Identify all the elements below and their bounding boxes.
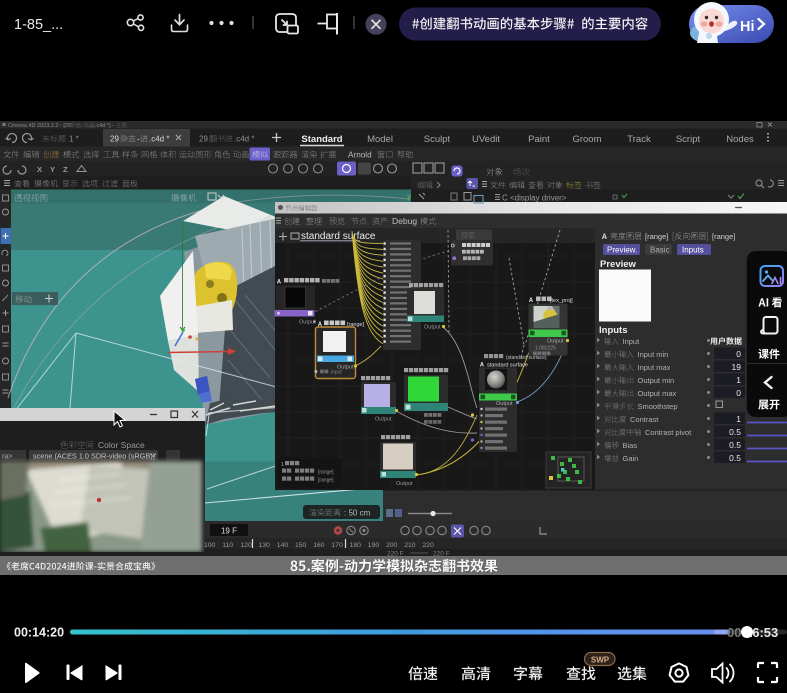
svg-text:scene (ACES 1.0 SDR-video (sRG: scene (ACES 1.0 SDR-video (sRGB))	[33, 452, 155, 461]
svg-text:1-85_...: 1-85_...	[14, 17, 63, 33]
svg-text:Track: Track	[627, 134, 651, 145]
svg-text:Hi: Hi	[740, 19, 755, 35]
svg-text:Basic: Basic	[650, 246, 670, 255]
svg-text:Smoothstep: Smoothstep	[638, 402, 678, 411]
svg-text:29: 29	[199, 135, 208, 144]
svg-text:Model: Model	[367, 134, 393, 145]
svg-text:Cinema 4D 2023.2.2 - [29: Cinema 4D 2023.2.2 - [29	[8, 123, 71, 129]
svg-text:Inputs: Inputs	[599, 325, 628, 336]
svg-text:160: 160	[313, 542, 325, 549]
svg-text:Input max: Input max	[638, 363, 671, 372]
svg-text:Paint: Paint	[528, 134, 550, 145]
svg-text:ra>: ra>	[2, 454, 12, 461]
svg-text:Script: Script	[676, 134, 701, 145]
svg-text:Nodes: Nodes	[726, 134, 754, 145]
svg-text:1: 1	[281, 462, 284, 468]
svg-text:0.5: 0.5	[729, 427, 741, 437]
svg-text:Standard: Standard	[301, 134, 342, 145]
svg-text:1 *: 1 *	[69, 135, 79, 144]
svg-text:Bias: Bias	[623, 441, 638, 450]
svg-text:Z: Z	[63, 165, 68, 174]
svg-text:[range]: [range]	[712, 232, 735, 241]
svg-text:Preview.: Preview.	[607, 246, 637, 255]
svg-text:Contrast pivot: Contrast pivot	[645, 428, 692, 437]
svg-text:130: 130	[259, 542, 271, 549]
svg-text:29: 29	[110, 135, 119, 144]
svg-text:210: 210	[404, 542, 416, 549]
svg-text:Output: Output	[396, 481, 413, 487]
svg-text:200: 200	[386, 542, 398, 549]
svg-text:Output: Output	[547, 339, 564, 345]
svg-text:170: 170	[331, 542, 343, 549]
svg-text:1: 1	[736, 375, 741, 385]
svg-text:Sculpt: Sculpt	[424, 134, 451, 145]
svg-text:X: X	[37, 165, 42, 174]
svg-text:Output: Output	[375, 417, 392, 423]
svg-text:Output max: Output max	[638, 389, 677, 398]
svg-text:Output min: Output min	[638, 376, 675, 385]
svg-text:-: -	[81, 123, 83, 129]
svg-text:-: -	[137, 135, 140, 144]
svg-text:input: input	[331, 370, 342, 376]
svg-text:1.082225: 1.082225	[535, 346, 556, 352]
svg-text:0.5: 0.5	[729, 453, 741, 463]
svg-text:0: 0	[736, 388, 741, 398]
svg-text:[range]: [range]	[318, 470, 334, 476]
svg-text:Contrast: Contrast	[630, 415, 659, 424]
svg-text:140: 140	[277, 542, 289, 549]
svg-text:Inputs: Inputs	[682, 246, 704, 255]
svg-text:220: 220	[422, 542, 434, 549]
svg-text:[tex_proj]: [tex_proj]	[550, 298, 573, 304]
svg-text:Output: Output	[424, 325, 441, 331]
svg-text:100: 100	[204, 542, 216, 549]
svg-text:.c4d *: .c4d *	[234, 135, 254, 144]
svg-text:Gain: Gain	[623, 454, 639, 463]
svg-text:Output: Output	[299, 320, 316, 326]
svg-text:Arnold: Arnold	[348, 151, 372, 160]
svg-text:Preview: Preview	[600, 259, 637, 270]
svg-text:: 50 cm: : 50 cm	[344, 509, 371, 518]
svg-text:00:14:20: 00:14:20	[14, 626, 64, 640]
svg-text:[range]: [range]	[645, 232, 668, 241]
svg-text:Debug: Debug	[392, 216, 417, 226]
svg-text:190: 190	[368, 542, 380, 549]
svg-text:Input: Input	[623, 337, 641, 346]
svg-text:.c4d *: .c4d *	[149, 135, 169, 144]
svg-text:110: 110	[222, 542, 233, 549]
svg-text:SWP: SWP	[591, 656, 610, 665]
svg-text:19 F: 19 F	[221, 527, 237, 536]
svg-text:C <display driver>: C <display driver>	[502, 194, 567, 203]
svg-text:120: 120	[240, 542, 252, 549]
svg-text:.c4d *] -: .c4d *] -	[95, 123, 114, 129]
svg-text:Output: Output	[496, 401, 513, 407]
svg-text:[range]: [range]	[318, 478, 334, 484]
svg-text:150: 150	[295, 542, 307, 549]
svg-text:1: 1	[736, 414, 741, 424]
svg-text:19: 19	[732, 362, 742, 372]
svg-text:180: 180	[350, 542, 362, 549]
svg-text:Input min: Input min	[638, 350, 669, 359]
svg-text:UVedit: UVedit	[472, 134, 500, 145]
svg-text:Groom: Groom	[572, 134, 601, 145]
svg-text:Color Space: Color Space	[98, 440, 145, 450]
svg-text:0.5: 0.5	[729, 440, 741, 450]
svg-text:Y: Y	[50, 165, 55, 174]
svg-text:(standard surface): (standard surface)	[506, 355, 547, 361]
svg-text:0: 0	[736, 349, 741, 359]
